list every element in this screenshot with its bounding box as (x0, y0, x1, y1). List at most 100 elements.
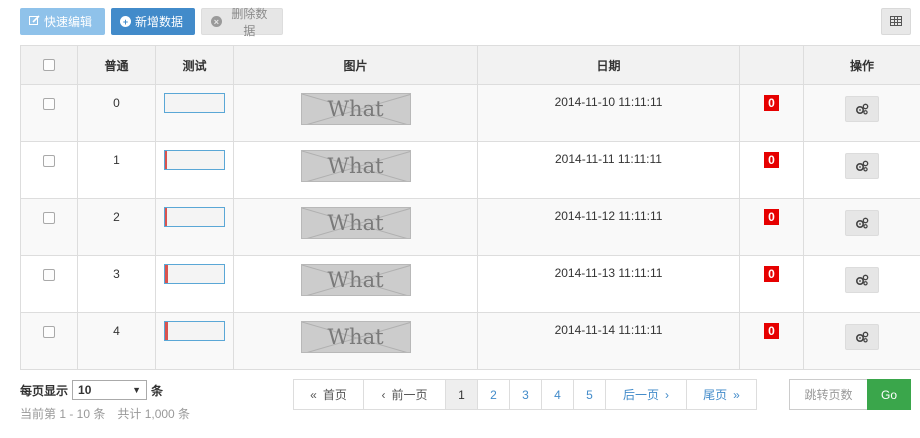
per-page-control: 每页显示 10 ▼ 条 (20, 380, 163, 400)
row-select-cell (20, 198, 78, 256)
gears-icon (855, 160, 869, 172)
per-page-label: 每页显示 (20, 383, 69, 398)
first-page-label: 首页 (322, 388, 347, 402)
row-id: 2 (113, 210, 120, 224)
image-placeholder: What (300, 150, 411, 182)
image-placeholder: What (300, 207, 411, 239)
chevron-left-icon: ‹ (381, 387, 386, 402)
quick-edit-button[interactable]: 快速编辑 (20, 8, 105, 35)
next-page-label: 后一页 (622, 388, 659, 402)
progress-bar (164, 150, 225, 170)
test-cell (155, 198, 234, 256)
column-header[interactable]: 普通 (77, 45, 156, 85)
progress-bar (164, 93, 225, 113)
quick-edit-label: 快速编辑 (44, 15, 93, 29)
grid-icon (890, 15, 902, 29)
jump-page-input[interactable]: 跳转页数 (789, 379, 868, 410)
row-select-cell (20, 255, 78, 313)
badge-cell: 0 (739, 255, 804, 313)
id-cell: 1 (77, 141, 156, 199)
next-page-button[interactable]: 后一页 › (605, 379, 687, 410)
first-page-button[interactable]: « 首页 (293, 379, 364, 410)
image-placeholder: What (300, 264, 411, 296)
id-cell: 0 (77, 84, 156, 142)
row-checkbox[interactable] (43, 212, 55, 224)
table-body: 0 What 2014-11-10 11:11:11 0 1 What 2014-11-11… (20, 84, 920, 370)
data-grid-page: 快速编辑 + 新增数据 × 删除数据 普通 测试 图片 日期 操作 0 What… (0, 0, 920, 438)
date-cell: 2014-11-12 11:11:11 (477, 198, 740, 256)
row-date: 2014-11-12 11:11:11 (554, 209, 663, 223)
delete-data-label: 删除数据 (231, 6, 268, 38)
column-header[interactable]: 测试 (155, 45, 234, 85)
last-page-button[interactable]: 尾页 » (686, 379, 757, 410)
test-cell (155, 312, 234, 370)
badge-cell: 0 (739, 84, 804, 142)
column-header[interactable] (739, 45, 804, 85)
prev-page-button[interactable]: ‹ 前一页 (363, 379, 446, 410)
status-badge: 0 (764, 266, 779, 282)
add-data-label: 新增数据 (135, 15, 184, 29)
page-button-5[interactable]: 5 (573, 379, 606, 410)
image-cell: What (233, 255, 478, 313)
image-placeholder-text: What (327, 268, 384, 292)
progress-fill (165, 208, 168, 226)
page-button-2[interactable]: 2 (477, 379, 510, 410)
caret-down-icon: ▼ (132, 385, 142, 395)
row-checkbox[interactable] (43, 326, 55, 338)
action-cell (803, 141, 920, 199)
row-settings-button[interactable] (845, 153, 879, 179)
action-cell (803, 84, 920, 142)
row-settings-button[interactable] (845, 96, 879, 122)
image-cell: What (233, 84, 478, 142)
page-button-4[interactable]: 4 (541, 379, 574, 410)
test-cell (155, 84, 234, 142)
per-page-select[interactable]: 10 ▼ (72, 380, 148, 400)
image-placeholder-text: What (327, 325, 384, 349)
row-settings-button[interactable] (845, 324, 879, 350)
page-button-1[interactable]: 1 (445, 379, 478, 410)
plus-circle-icon: + (120, 16, 131, 27)
edit-icon (29, 14, 40, 29)
chevron-right-icon: › (665, 387, 669, 402)
progress-bar (164, 207, 225, 227)
prev-page-label: 前一页 (391, 388, 428, 402)
column-header[interactable]: 图片 (233, 45, 478, 85)
row-date: 2014-11-14 11:11:11 (554, 323, 663, 337)
image-placeholder-text: What (327, 154, 384, 178)
delete-data-button[interactable]: × 删除数据 (201, 7, 283, 38)
row-id: 0 (113, 96, 120, 110)
date-cell: 2014-11-14 11:11:11 (477, 312, 740, 370)
badge-cell: 0 (739, 198, 804, 256)
gears-icon (855, 103, 869, 115)
row-settings-button[interactable] (845, 267, 879, 293)
row-settings-button[interactable] (845, 210, 879, 236)
image-placeholder: What (300, 321, 411, 353)
column-toggle-button[interactable] (881, 8, 911, 35)
badge-cell: 0 (739, 312, 804, 370)
row-checkbox[interactable] (43, 98, 55, 110)
progress-fill (165, 265, 168, 283)
select-all-checkbox[interactable] (43, 59, 55, 71)
column-header[interactable]: 操作 (803, 45, 920, 85)
status-badge: 0 (764, 95, 779, 111)
image-cell: What (233, 141, 478, 199)
row-checkbox[interactable] (43, 269, 55, 281)
badge-cell: 0 (739, 141, 804, 199)
double-chevron-right-icon: » (733, 387, 740, 402)
image-cell: What (233, 198, 478, 256)
action-cell (803, 198, 920, 256)
double-chevron-left-icon: « (310, 387, 317, 402)
gears-icon (855, 274, 869, 286)
select-all-cell (20, 45, 78, 85)
page-button-3[interactable]: 3 (509, 379, 542, 410)
column-header[interactable]: 日期 (477, 45, 740, 85)
row-select-cell (20, 312, 78, 370)
progress-fill (165, 151, 168, 169)
row-checkbox[interactable] (43, 155, 55, 167)
per-page-unit: 条 (151, 383, 164, 398)
row-id: 3 (113, 267, 120, 281)
add-data-button[interactable]: + 新增数据 (111, 8, 195, 35)
go-button[interactable]: Go (867, 379, 911, 410)
progress-bar (164, 321, 225, 341)
date-cell: 2014-11-11 11:11:11 (477, 141, 740, 199)
